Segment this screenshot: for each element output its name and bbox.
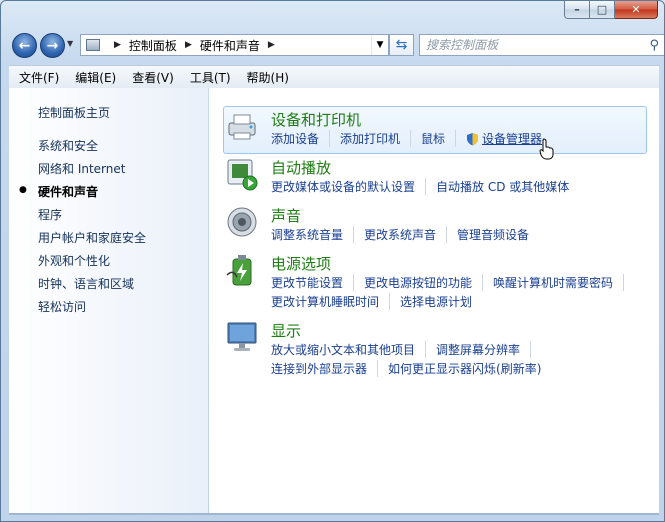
connect-external-display-link[interactable]: 连接到外部显示器 (271, 360, 379, 377)
mouse-link[interactable]: 鼠标 (421, 130, 457, 147)
monitor-icon[interactable] (225, 320, 259, 354)
category-links-row: 更改计算机睡眠时间 选择电源计划 (271, 293, 472, 310)
require-password-wakeup-link[interactable]: 唤醒计算机时需要密码 (493, 274, 625, 291)
navigation-bar: ← → ▼ ▶ 控制面板 ▶ 硬件和声音 ▶ ▼ ⇆ 搜索控制面板 ⚲ (9, 31, 664, 61)
close-button[interactable]: ✕ (615, 1, 658, 19)
current-bullet-icon: ● (19, 185, 27, 195)
menu-tools[interactable]: 工具(T) (190, 69, 231, 86)
power-button-function-link[interactable]: 更改电源按钮的功能 (364, 274, 484, 291)
add-device-link[interactable]: 添加设备 (271, 130, 331, 147)
choose-power-plan-link[interactable]: 选择电源计划 (400, 293, 472, 310)
change-sleep-time-link[interactable]: 更改计算机睡眠时间 (271, 293, 391, 310)
menu-edit[interactable]: 编辑(E) (75, 69, 116, 86)
shield-icon (467, 132, 479, 145)
menu-bar: 文件(F) 编辑(E) 查看(V) 工具(T) 帮助(H) (9, 65, 659, 88)
minimize-button[interactable]: – (564, 1, 590, 19)
hand-cursor-icon (539, 138, 554, 160)
sidebar-item-system-security[interactable]: 系统和安全 (38, 137, 98, 154)
category-links-row: 调整系统音量 更改系统声音 管理音频设备 (271, 226, 529, 243)
chevron-right-icon[interactable]: ▶ (185, 40, 192, 50)
address-bar[interactable]: ▶ 控制面板 ▶ 硬件和声音 ▶ ▼ (80, 34, 389, 56)
breadcrumb-hardware-sound[interactable]: 硬件和声音 (200, 37, 260, 54)
search-input[interactable]: 搜索控制面板 ⚲ (419, 34, 664, 56)
manage-audio-devices-link[interactable]: 管理音频设备 (457, 226, 529, 243)
autoplay-icon[interactable] (225, 157, 259, 191)
sidebar-item-network[interactable]: 网络和 Internet (38, 160, 125, 177)
back-arrow-icon: ← (18, 37, 31, 54)
category-title-autoplay[interactable]: 自动播放 (271, 157, 331, 178)
sidebar-home-link[interactable]: 控制面板主页 (38, 104, 110, 121)
chevron-right-icon[interactable]: ▶ (268, 40, 275, 50)
refresh-icon: ⇆ (395, 37, 408, 53)
category-title-devices-printers[interactable]: 设备和打印机 (271, 109, 361, 130)
sidebar-item-hardware-sound: 硬件和声音 (38, 185, 99, 199)
maximize-button[interactable]: □ (590, 1, 615, 19)
category-title-power-options[interactable]: 电源选项 (271, 253, 331, 274)
add-printer-link[interactable]: 添加打印机 (340, 130, 412, 147)
printer-icon[interactable] (225, 109, 259, 143)
search-icon[interactable]: ⚲ (649, 36, 659, 56)
category-links-row: 更改媒体或设备的默认设置 自动播放 CD 或其他媒体 (271, 178, 569, 195)
change-sounds-link[interactable]: 更改系统声音 (364, 226, 448, 243)
fix-flicker-link[interactable]: 如何更正显示器闪烁(刷新率) (388, 360, 541, 377)
breadcrumb-control-panel[interactable]: 控制面板 (129, 37, 177, 54)
category-links-row: 更改节能设置 更改电源按钮的功能 唤醒计算机时需要密码 (271, 274, 634, 291)
menu-view[interactable]: 查看(V) (132, 69, 174, 86)
sidebar-item-clock-region[interactable]: 时钟、语言和区域 (38, 275, 134, 292)
speaker-icon[interactable] (225, 205, 259, 239)
category-title-sound[interactable]: 声音 (271, 205, 301, 226)
category-links-row: 放大或缩小文本和其他项目 调整屏幕分辨率 (271, 341, 541, 358)
battery-icon[interactable] (225, 253, 259, 287)
device-manager-link[interactable]: 设备管理器 (466, 130, 542, 147)
sidebar-item-user-accounts[interactable]: 用户帐户和家庭安全 (38, 229, 146, 246)
change-power-saving-link[interactable]: 更改节能设置 (271, 274, 355, 291)
recent-pages-dropdown[interactable]: ▼ (67, 39, 73, 48)
back-button[interactable]: ← (12, 33, 37, 58)
change-media-defaults-link[interactable]: 更改媒体或设备的默认设置 (271, 178, 427, 195)
refresh-button[interactable]: ⇆ (389, 34, 414, 56)
search-placeholder: 搜索控制面板 (426, 38, 499, 52)
chevron-right-icon[interactable]: ▶ (114, 40, 121, 50)
category-links-row: 连接到外部显示器 如何更正显示器闪烁(刷新率) (271, 360, 541, 377)
menu-file[interactable]: 文件(F) (19, 69, 59, 86)
menu-help[interactable]: 帮助(H) (247, 69, 289, 86)
category-links-row: 添加设备 添加打印机 鼠标 设备管理器 (271, 130, 542, 147)
sidebar: 控制面板主页 系统和安全 网络和 Internet ● 硬件和声音 程序 用户帐… (9, 88, 208, 513)
sidebar-item-programs[interactable]: 程序 (38, 206, 62, 223)
control-panel-icon (86, 39, 100, 51)
content-pane: 设备和打印机 添加设备 添加打印机 鼠标 设备管理器 自动播放 更改媒体或设备的… (209, 88, 659, 513)
autoplay-cd-link[interactable]: 自动播放 CD 或其他媒体 (436, 178, 569, 195)
adjust-resolution-link[interactable]: 调整屏幕分辨率 (436, 341, 532, 358)
caption-buttons: – □ ✕ (564, 1, 658, 20)
address-dropdown-icon[interactable]: ▼ (371, 35, 388, 55)
forward-button[interactable]: → (40, 33, 65, 58)
control-panel-window: – □ ✕ ← → ▼ ▶ 控制面板 ▶ 硬件和声音 ▶ ▼ ⇆ 搜索控制面板 … (0, 0, 665, 522)
sidebar-item-appearance[interactable]: 外观和个性化 (38, 252, 110, 269)
zoom-text-link[interactable]: 放大或缩小文本和其他项目 (271, 341, 427, 358)
adjust-volume-link[interactable]: 调整系统音量 (271, 226, 355, 243)
sidebar-item-ease-of-access[interactable]: 轻松访问 (38, 298, 86, 315)
forward-arrow-icon: → (46, 37, 59, 54)
category-title-display[interactable]: 显示 (271, 320, 301, 341)
window-bottom-frame (9, 513, 659, 515)
device-manager-label[interactable]: 设备管理器 (482, 130, 542, 147)
